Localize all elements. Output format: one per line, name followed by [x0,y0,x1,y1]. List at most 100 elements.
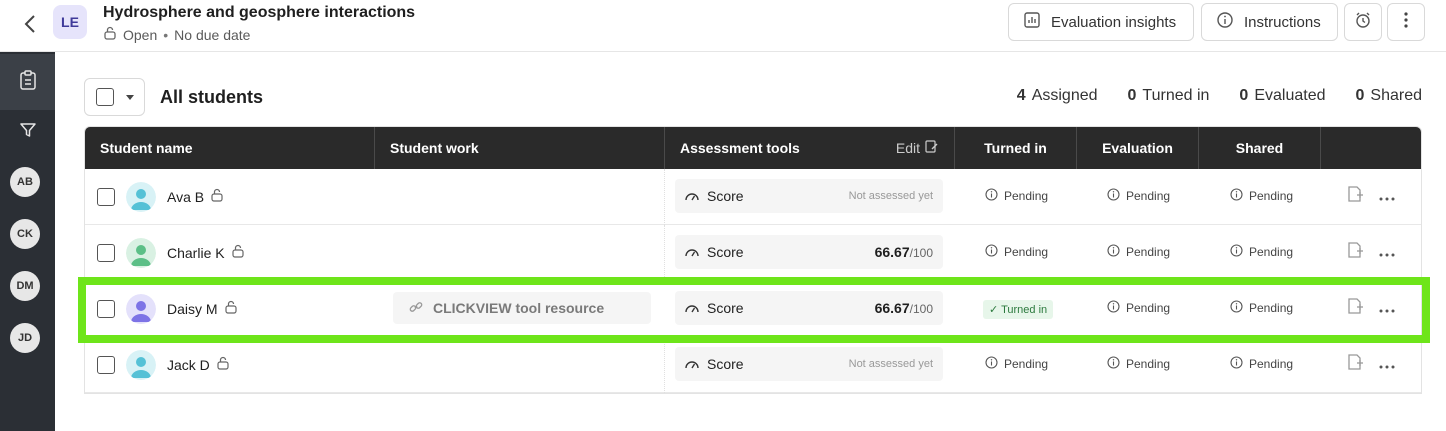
unlock-icon [210,188,224,205]
row-checkbox[interactable] [97,356,115,374]
score-field[interactable]: Score Not assessed yet [675,347,943,381]
bar-chart-icon [1023,11,1041,33]
evaluation-insights-label: Evaluation insights [1051,13,1177,31]
info-icon [1230,356,1243,372]
avatar [126,238,156,268]
unlock-icon [103,26,117,43]
gauge-icon [685,356,699,372]
column-evaluation: Evaluation [1077,127,1199,169]
evaluation-status: Pending [1107,188,1170,204]
student-name[interactable]: Charlie K [167,244,245,261]
info-icon [1216,11,1234,33]
more-options-button[interactable] [1387,3,1425,41]
student-name[interactable]: Ava B [167,188,224,205]
add-document-icon[interactable] [1347,185,1363,208]
sidebar-assignment-button[interactable] [0,54,55,110]
table-row[interactable]: Charlie K Score 66.67/100 Pending Pendin… [85,225,1421,281]
info-icon [1230,244,1243,260]
row-actions [1347,241,1395,264]
alarm-clock-icon [1354,11,1372,33]
shared-status: Pending [1230,244,1293,260]
row-checkbox[interactable] [97,244,115,262]
row-checkbox[interactable] [97,188,115,206]
clipboard-icon [19,69,37,95]
back-arrow-icon[interactable] [16,10,44,38]
edit-icon [925,140,938,156]
avatar [126,182,156,212]
horizontal-dots-icon[interactable] [1379,356,1395,374]
score-field[interactable]: Score Not assessed yet [675,179,943,213]
due-date-text: No due date [174,26,251,43]
separator-dot: • [163,26,169,43]
sidebar-avatar-ck[interactable]: CK [10,219,40,249]
unlock-icon [216,356,230,373]
student-work-cell [375,337,665,393]
student-name[interactable]: Jack D [167,356,230,373]
info-icon [1230,188,1243,204]
assessment-tools-label: Assessment tools [680,140,800,156]
evaluation-status: Pending [1107,356,1170,372]
column-student-name: Student name [85,127,375,169]
caret-down-icon[interactable] [126,94,134,100]
gauge-icon [685,244,699,260]
stat-evaluated: 0 Evaluated [1239,87,1326,104]
shared-status: Pending [1230,356,1293,372]
info-icon [985,188,998,204]
table-row[interactable]: Ava B Score Not assessed yet Pending Pen… [85,169,1421,225]
turned-in-status: Pending [985,356,1048,372]
instructions-label: Instructions [1244,13,1321,31]
edit-assessment-button[interactable]: Edit [896,140,938,156]
column-turned-in: Turned in [955,127,1077,169]
select-all-checkbox[interactable] [96,88,114,106]
student-work-cell [375,169,665,225]
avatar [126,350,156,380]
select-all-dropdown[interactable] [84,78,145,116]
sidebar-avatar-dm[interactable]: DM [10,271,40,301]
sidebar-avatar-jd[interactable]: JD [10,323,40,353]
assignment-meta: Open • No due date [103,26,250,43]
table-header: Student name Student work Assessment too… [85,127,1421,169]
row-highlight [78,277,1430,343]
column-assessment-tools: Assessment tools Edit [665,127,955,169]
table-row[interactable]: Jack D Score Not assessed yet Pending Pe… [85,337,1421,393]
turned-in-status: Pending [985,188,1048,204]
column-actions [1321,127,1421,169]
evaluation-status: Pending [1107,244,1170,260]
score-label: Score [707,356,744,372]
score-label: Score [707,188,744,204]
horizontal-dots-icon[interactable] [1379,188,1395,206]
stat-turned-in: 0 Turned in [1127,87,1210,104]
gauge-icon [685,188,699,204]
instructions-button[interactable]: Instructions [1201,3,1338,41]
section-title: All students [160,87,264,107]
sidebar: AB CK DM JD [0,52,55,431]
unlock-icon [231,244,245,261]
info-icon [985,356,998,372]
info-icon [1107,356,1120,372]
status-text: Open [123,26,158,43]
add-document-icon[interactable] [1347,353,1363,376]
score-label: Score [707,244,744,260]
sidebar-filter-button[interactable] [0,104,55,160]
evaluation-insights-button[interactable]: Evaluation insights [1008,3,1194,41]
column-student-work: Student work [375,127,665,169]
top-bar: LE Hydrosphere and geosphere interaction… [0,0,1446,52]
score-field[interactable]: Score 66.67/100 [675,235,943,269]
turned-in-status: Pending [985,244,1048,260]
students-table: Student name Student work Assessment too… [84,126,1422,394]
class-avatar: LE [53,5,87,39]
horizontal-dots-icon[interactable] [1379,244,1395,262]
row-actions [1347,185,1395,208]
alarm-button[interactable] [1344,3,1382,41]
sidebar-avatar-ab[interactable]: AB [10,167,40,197]
stats-summary: 4 Assigned 0 Turned in 0 Evaluated 0 Shared [1017,87,1422,105]
not-assessed-text: Not assessed yet [848,358,933,370]
not-assessed-text: Not assessed yet [848,190,933,202]
score-value: 66.67/100 [874,244,933,260]
add-document-icon[interactable] [1347,241,1363,264]
stat-assigned: 4 Assigned [1016,87,1098,104]
info-icon [1107,244,1120,260]
info-icon [985,244,998,260]
vertical-dots-icon [1404,12,1408,32]
edit-label: Edit [895,140,920,156]
